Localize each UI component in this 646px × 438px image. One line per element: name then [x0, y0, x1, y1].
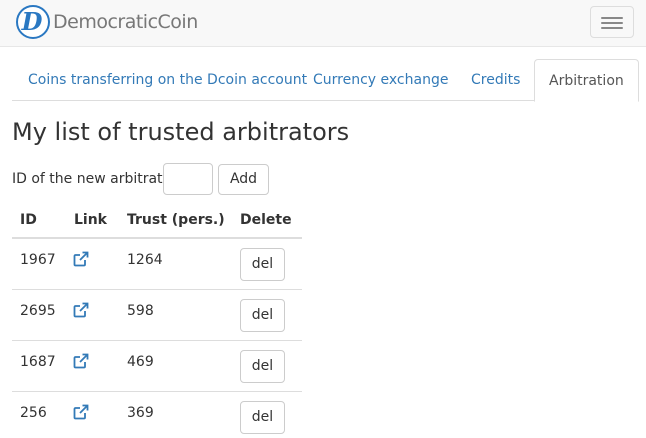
table-row: 1967 1264 del	[12, 239, 302, 290]
table-row: 2695 598 del	[12, 290, 302, 341]
trust-value: 1264	[127, 252, 163, 268]
delete-button[interactable]: del	[240, 350, 285, 383]
tab-credits[interactable]: Credits	[471, 59, 520, 101]
new-arbitrator-label: ID of the new arbitrator	[12, 171, 177, 187]
arbitrator-id-input[interactable]	[163, 163, 213, 195]
external-link-icon[interactable]	[73, 353, 89, 369]
delete-button[interactable]: del	[240, 299, 285, 332]
navbar-toggle-button[interactable]	[590, 6, 634, 38]
header-id: ID	[20, 212, 37, 228]
table-row: 1687 469 del	[12, 341, 302, 392]
header-trust: Trust (pers.)	[127, 212, 225, 228]
tab-currency-exchange[interactable]: Currency exchange	[313, 59, 448, 101]
table-header-row: ID Link Trust (pers.) Delete	[12, 203, 302, 239]
trust-value: 598	[127, 303, 154, 319]
arbitrator-id: 2695	[20, 303, 56, 319]
arbitrator-id: 1687	[20, 354, 56, 370]
arbitrators-table: ID Link Trust (pers.) Delete 1967 1264 d…	[12, 203, 302, 438]
brand-link[interactable]: D DemocraticCoin	[16, 5, 198, 39]
arbitrator-id: 1967	[20, 252, 56, 268]
arbitrator-id: 256	[20, 405, 47, 421]
democraticcoin-logo-icon: D	[16, 5, 50, 39]
external-link-icon[interactable]	[73, 251, 89, 267]
delete-button[interactable]: del	[240, 248, 285, 281]
header-link: Link	[74, 212, 107, 228]
tab-arbitration[interactable]: Arbitration	[534, 59, 639, 102]
navbar: D DemocraticCoin	[0, 0, 646, 47]
external-link-icon[interactable]	[73, 404, 89, 420]
trust-value: 469	[127, 354, 154, 370]
header-delete: Delete	[240, 212, 292, 228]
hamburger-icon	[601, 17, 623, 19]
nav-tabs: Coins transferring on the Dcoin account …	[12, 59, 639, 102]
tab-coins-transferring[interactable]: Coins transferring on the Dcoin account	[28, 59, 307, 101]
external-link-icon[interactable]	[73, 302, 89, 318]
brand-name: DemocraticCoin	[53, 11, 198, 33]
table-row: 256 369 del	[12, 392, 302, 438]
logo-letter: D	[21, 7, 43, 36]
delete-button[interactable]: del	[240, 401, 285, 434]
page-title: My list of trusted arbitrators	[12, 118, 350, 146]
trust-value: 369	[127, 405, 154, 421]
add-button[interactable]: Add	[218, 164, 269, 195]
